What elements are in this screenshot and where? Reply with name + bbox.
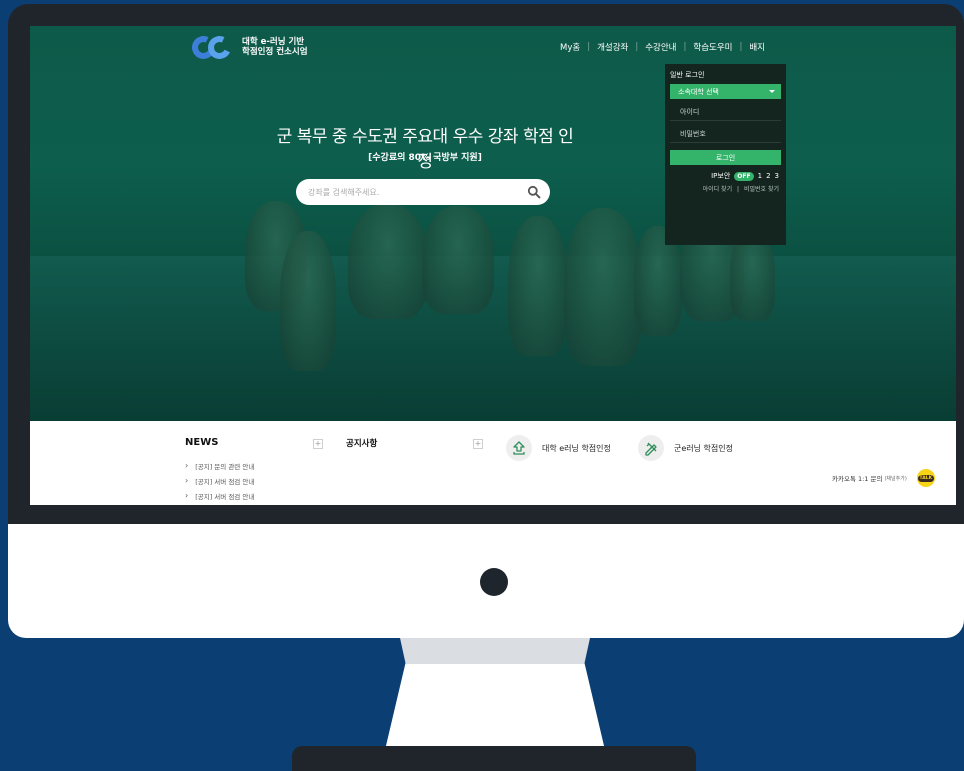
list-item[interactable]: › [공지] 문의 관련 안내 bbox=[185, 458, 254, 473]
monitor-camera-dot bbox=[480, 568, 508, 596]
login-button[interactable]: 로그인 bbox=[670, 150, 781, 165]
monitor-stand-shadow bbox=[400, 638, 590, 664]
find-password-link[interactable]: 비밀번호 찾기 bbox=[744, 186, 779, 193]
nav-separator: | bbox=[683, 42, 687, 52]
content-section: NEWS + › [공지] 문의 관련 안내 › [공지] 서버 점검 안내 › [공… bbox=[30, 421, 956, 505]
kakao-inquiry[interactable]: 카카오톡 1:1 문의 (채널추가) TALK bbox=[832, 469, 935, 487]
university-elearning-credit-link[interactable]: 대학 e러닝 학점인정 bbox=[506, 435, 611, 461]
talk-badge: TALK bbox=[917, 474, 935, 482]
logo-text: 대학 e-러닝 기반 학점인정 컨소시엄 bbox=[242, 37, 308, 57]
site-logo[interactable]: 대학 e-러닝 기반 학점인정 컨소시엄 bbox=[188, 32, 308, 63]
top-navigation: My홈 | 개설강좌 | 수강안내 | 학습도우미 | 배지 bbox=[560, 41, 765, 53]
hero-subtitle: [수강료의 80% 국방부 지원] bbox=[368, 153, 482, 163]
nav-item-my-home[interactable]: My홈 bbox=[560, 41, 580, 53]
military-elearning-credit-label: 군e러닝 학점인정 bbox=[674, 443, 733, 453]
nav-item-learning-help[interactable]: 학습도우미 bbox=[693, 41, 732, 53]
ip-security-toggle[interactable]: OFF bbox=[734, 171, 754, 181]
password-field[interactable]: 비밀번호 bbox=[670, 126, 781, 143]
course-search-input[interactable] bbox=[296, 187, 516, 197]
nav-separator: | bbox=[739, 42, 743, 52]
login-title: 일반 로그인 bbox=[670, 71, 705, 79]
nav-separator: | bbox=[587, 42, 591, 52]
list-item[interactable]: › [공지] 서버 점검 안내 bbox=[185, 473, 254, 488]
find-id-link[interactable]: 아이디 찾기 bbox=[703, 186, 733, 193]
ip-security-row: IP보안 OFF 1 2 3 bbox=[670, 171, 781, 181]
user-id-field[interactable]: 아이디 bbox=[670, 104, 781, 121]
course-search-box bbox=[296, 179, 550, 205]
university-elearning-credit-label: 대학 e러닝 학점인정 bbox=[542, 443, 611, 453]
logo-text-line1: 대학 e-러닝 기반 bbox=[242, 37, 305, 47]
hero-banner: 대학 e-러닝 기반 학점인정 컨소시엄 My홈 | 개설강좌 | 수강안내 |… bbox=[30, 26, 956, 421]
nav-item-courses[interactable]: 개설강좌 bbox=[597, 41, 628, 53]
chevron-right-icon: › bbox=[185, 491, 189, 500]
notice-more-button[interactable]: + bbox=[473, 439, 483, 449]
nav-item-badge[interactable]: 배지 bbox=[749, 41, 765, 53]
ce-logo-icon bbox=[188, 32, 236, 63]
hero-figure bbox=[422, 206, 494, 314]
hero-figure bbox=[508, 216, 568, 356]
nav-separator: | bbox=[635, 42, 639, 52]
ip-security-label: IP보안 bbox=[711, 172, 731, 180]
find-account-links: 아이디 찾기 | 비밀번호 찾기 bbox=[670, 184, 781, 193]
graduation-upload-icon bbox=[506, 435, 532, 461]
login-panel: 일반 로그인 소속대학 선택 아이디 비밀번호 로그인 IP보안 OFF 1 2… bbox=[665, 64, 786, 245]
pencil-ruler-icon bbox=[638, 435, 664, 461]
chevron-right-icon: › bbox=[185, 476, 189, 485]
ip-level-1[interactable]: 1 bbox=[758, 172, 762, 180]
list-item[interactable]: › [공지] 서버 점검 안내 bbox=[185, 488, 254, 503]
news-list: › [공지] 문의 관련 안내 › [공지] 서버 점검 안내 › [공지] 서버 점… bbox=[185, 458, 254, 503]
kakao-talk-icon[interactable]: TALK bbox=[916, 469, 935, 487]
school-select-label: 소속대학 선택 bbox=[678, 87, 719, 96]
hero-figure bbox=[280, 231, 336, 371]
monitor-base bbox=[292, 746, 696, 771]
password-placeholder: 비밀번호 bbox=[680, 130, 706, 138]
military-elearning-credit-link[interactable]: 군e러닝 학점인정 bbox=[638, 435, 733, 461]
ip-level-3[interactable]: 3 bbox=[775, 172, 779, 180]
kakao-channel-note: (채널추가) bbox=[884, 475, 907, 482]
link-separator: | bbox=[737, 186, 740, 193]
website-screen: 대학 e-러닝 기반 학점인정 컨소시엄 My홈 | 개설강좌 | 수강안내 |… bbox=[30, 26, 956, 505]
user-id-placeholder: 아이디 bbox=[680, 108, 700, 116]
news-item-text: [공지] 서버 점검 안내 bbox=[195, 477, 255, 486]
hero-figure bbox=[348, 204, 428, 319]
news-item-text: [공지] 서버 점검 안내 bbox=[195, 492, 255, 501]
notice-title: 공지사항 bbox=[346, 439, 378, 449]
nav-item-enrollment-guide[interactable]: 수강안내 bbox=[645, 41, 676, 53]
chevron-down-icon bbox=[769, 90, 775, 93]
hero-figure bbox=[564, 208, 642, 366]
hero-title: 군 복무 중 수도권 주요대 우수 강좌 학점 인정 bbox=[276, 127, 574, 172]
logo-text-line2: 학점인정 컨소시엄 bbox=[242, 47, 308, 57]
ip-level-2[interactable]: 2 bbox=[766, 172, 770, 180]
kakao-inquiry-label: 카카오톡 1:1 문의 bbox=[832, 475, 883, 483]
news-title: NEWS bbox=[185, 437, 219, 448]
search-icon[interactable] bbox=[527, 185, 541, 199]
news-item-text: [공지] 문의 관련 안내 bbox=[195, 462, 255, 471]
school-select-dropdown[interactable]: 소속대학 선택 bbox=[670, 84, 781, 99]
chevron-right-icon: › bbox=[185, 461, 189, 470]
news-more-button[interactable]: + bbox=[313, 439, 323, 449]
